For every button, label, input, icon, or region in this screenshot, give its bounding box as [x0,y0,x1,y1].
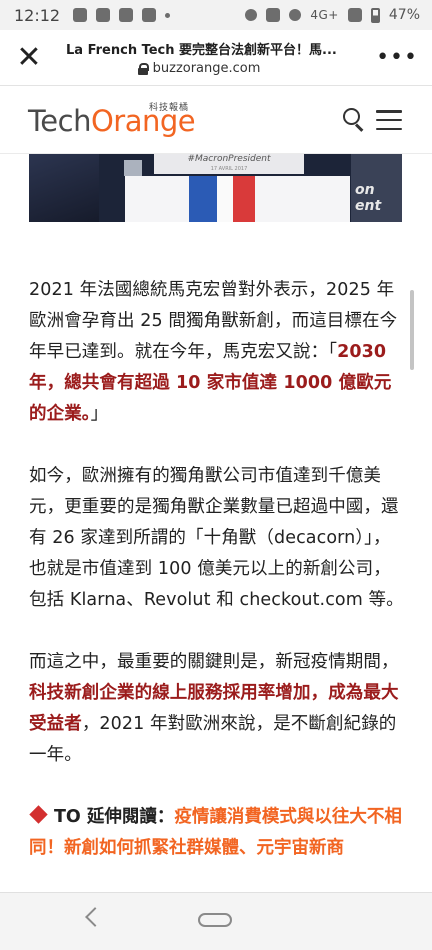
hero-sign-text: on ent [355,182,382,214]
app-notification-icon [142,8,157,22]
read-more-link[interactable]: TO 延伸閱讀：疫情讓消費模式與以往大不相同！新創如何抓緊社群媒體、元宇宙新商 [29,802,407,864]
browser-toolbar: ✕ La French Tech 要完整台法創新平台！馬... buzzoran… [0,30,432,86]
site-logo[interactable]: Tech Orange 科技報橘 [28,103,196,138]
logo-subtitle: 科技報橘 [149,103,190,113]
lock-icon [137,62,149,75]
browser-page-title: La French Tech 要完整台法創新平台！馬... [66,43,337,58]
scrollbar[interactable] [410,290,414,370]
more-vert-icon[interactable]: ••• [370,45,418,70]
network-type: 4G+ [310,8,339,22]
article-paragraph-2: 如今，歐洲擁有的獨角獸公司市值達到千億美元，更重要的是獨角獸企業數量已超過中國，… [29,466,404,610]
signal-icon [347,8,362,22]
mute-icon [289,9,302,21]
article-paragraph-3: 而這之中，最重要的關鍵則是，新冠疫情期間，科技新創企業的線上服務採用率增加，成為… [29,652,399,765]
browser-domain: buzzorange.com [152,61,261,76]
close-icon[interactable]: ✕ [14,42,44,73]
read-more-prefix: TO 延伸閱讀： [54,807,175,827]
home-pill-icon[interactable] [198,913,232,927]
logo-tech: Tech [28,104,91,138]
android-icon [73,8,88,22]
hero-image: #MacronPresident 17 AVRIL 2017 on ent [29,154,402,222]
picture-icon [96,8,111,22]
site-header: Tech Orange 科技報橘 [0,86,432,154]
status-time: 12:12 [14,5,61,25]
battery-icon [370,7,380,23]
more-notifications-dot [165,12,171,18]
diamond-icon [29,805,48,824]
system-nav-bar [0,892,432,950]
hamburger-menu-icon[interactable] [376,110,402,130]
article-paragraph-1: 2021 年法國總統馬克宏曾對外表示，2025 年歐洲會孕育出 25 間獨角獸新… [29,280,398,424]
article-body: 2021 年法國總統馬克宏曾對外表示，2025 年歐洲會孕育出 25 間獨角獸新… [29,275,407,864]
back-icon[interactable] [85,907,105,927]
battery-percent: 47% [388,7,420,23]
alarm-icon [245,9,258,21]
glass-icon [124,160,142,176]
hero-banner: #MacronPresident 17 AVRIL 2017 [154,154,304,174]
cast-icon [266,8,281,22]
search-icon[interactable] [343,108,365,130]
url-block[interactable]: La French Tech 要完整台法創新平台！馬... buzzorange… [44,39,370,76]
android-icon [119,8,134,22]
status-bar: 12:12 4G+ 47% [0,0,432,30]
